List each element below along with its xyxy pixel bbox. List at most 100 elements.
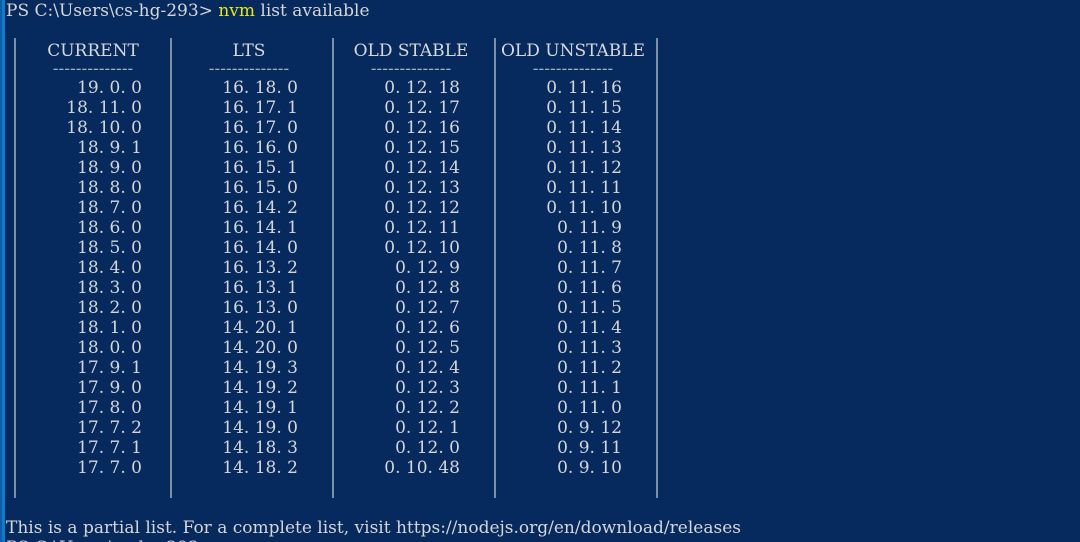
column-header: OLD UNSTABLE	[501, 41, 645, 61]
table-cell: 0. 9. 12	[557, 418, 622, 438]
table-cell: 18. 10. 0	[66, 118, 142, 138]
table-cell: 0. 11. 12	[546, 158, 622, 178]
table-cell: 0. 12. 1	[395, 418, 460, 438]
table-cell: 0. 11. 0	[557, 398, 622, 418]
terminal-scrollbar[interactable]	[0, 0, 5, 542]
table-cell: 16. 14. 0	[222, 238, 298, 258]
table-cell: 0. 12. 9	[395, 258, 460, 278]
table-cell: 17. 9. 1	[77, 358, 142, 378]
table-cell: 18. 0. 0	[77, 338, 142, 358]
table-cell: 18. 1. 0	[77, 318, 142, 338]
table-cell: 16. 16. 0	[222, 138, 298, 158]
table-cell: 0. 12. 2	[395, 398, 460, 418]
column-body: 19. 0. 0 18. 11. 0 18. 10. 0 18. 9. 1 18. 9.…	[16, 78, 170, 478]
table-cell: 0. 12. 16	[384, 118, 460, 138]
table-cell: 19. 0. 0	[77, 78, 142, 98]
table-column-lts: LTS -------------- 16. 18. 0 16. 17. 1 16.…	[172, 38, 326, 478]
table-cell: 17. 7. 1	[77, 438, 142, 458]
table-cell: 0. 11. 13	[546, 138, 622, 158]
command-name: nvm	[218, 1, 255, 21]
column-rule: --------------	[208, 64, 290, 78]
table-column-old-unstable: OLD UNSTABLE -------------- 0. 11. 16 0. …	[496, 38, 650, 478]
table-cell: 0. 12. 15	[384, 138, 460, 158]
table-cell: 14. 20. 0	[222, 338, 298, 358]
table-cell: 0. 11. 3	[557, 338, 622, 358]
prompt-prefix: PS C:\Users\cs-hg-293>	[6, 1, 219, 21]
table-cell: 16. 15. 1	[222, 158, 298, 178]
version-table: CURRENT -------------- 19. 0. 0 18. 11. 0…	[14, 38, 658, 498]
table-cell: 0. 11. 1	[557, 378, 622, 398]
table-cell: 18. 5. 0	[77, 238, 142, 258]
next-command-prompt: PS C:\Users\cs-hg-293>	[6, 538, 213, 542]
table-cell: 16. 13. 2	[222, 258, 298, 278]
table-cell: 18. 2. 0	[77, 298, 142, 318]
column-rule: --------------	[52, 64, 134, 78]
command-prompt-line: PS C:\Users\cs-hg-293> nvm list availabl…	[6, 0, 370, 22]
table-cell: 0. 12. 3	[395, 378, 460, 398]
table-cell: 0. 11. 7	[557, 258, 622, 278]
table-cell: 0. 11. 14	[546, 118, 622, 138]
table-cell: 18. 3. 0	[77, 278, 142, 298]
table-cell: 18. 7. 0	[77, 198, 142, 218]
table-cell: 17. 8. 0	[77, 398, 142, 418]
column-header: CURRENT	[47, 41, 139, 61]
table-cell: 18. 6. 0	[77, 218, 142, 238]
column-rule: --------------	[532, 64, 614, 78]
table-cell: 14. 18. 3	[222, 438, 298, 458]
table-cell: 0. 12. 0	[395, 438, 460, 458]
table-cell: 0. 9. 11	[557, 438, 622, 458]
table-cell: 0. 12. 11	[384, 218, 460, 238]
table-cell: 0. 11. 16	[546, 78, 622, 98]
table-border-right	[656, 38, 658, 498]
table-cell: 17. 7. 2	[77, 418, 142, 438]
table-cell: 18. 11. 0	[66, 98, 142, 118]
table-cell: 14. 19. 2	[222, 378, 298, 398]
table-cell: 0. 12. 6	[395, 318, 460, 338]
table-cell: 0. 12. 17	[384, 98, 460, 118]
table-cell: 0. 12. 13	[384, 178, 460, 198]
column-body: 16. 18. 0 16. 17. 1 16. 17. 0 16. 16. 0 16. …	[172, 78, 326, 478]
table-cell: 0. 12. 14	[384, 158, 460, 178]
powershell-terminal: PS C:\Users\cs-hg-293> nvm list availabl…	[0, 0, 1080, 542]
table-cell: 0. 11. 10	[546, 198, 622, 218]
column-body: 0. 11. 16 0. 11. 15 0. 11. 14 0. 11. 13 0. 1…	[496, 78, 650, 478]
table-cell: 0. 12. 12	[384, 198, 460, 218]
table-cell: 16. 15. 0	[222, 178, 298, 198]
table-cell: 0. 11. 2	[557, 358, 622, 378]
table-cell: 17. 9. 0	[77, 378, 142, 398]
table-cell: 0. 11. 6	[557, 278, 622, 298]
table-cell: 17. 7. 0	[77, 458, 142, 478]
table-cell: 18. 9. 0	[77, 158, 142, 178]
table-cell: 0. 11. 11	[546, 178, 622, 198]
table-cell: 18. 4. 0	[77, 258, 142, 278]
table-cell: 0. 11. 4	[557, 318, 622, 338]
column-header: LTS	[232, 41, 266, 61]
table-column-old-stable: OLD STABLE -------------- 0. 12. 18 0. 12…	[334, 38, 488, 478]
table-cell: 16. 14. 2	[222, 198, 298, 218]
table-column-current: CURRENT -------------- 19. 0. 0 18. 11. 0…	[16, 38, 170, 478]
table-cell: 16. 17. 1	[222, 98, 298, 118]
table-cell: 0. 12. 18	[384, 78, 460, 98]
table-cell: 18. 8. 0	[77, 178, 142, 198]
table-cell: 0. 12. 10	[384, 238, 460, 258]
table-cell: 14. 20. 1	[222, 318, 298, 338]
column-rule: --------------	[370, 64, 452, 78]
table-cell: 14. 18. 2	[222, 458, 298, 478]
table-cell: 0. 12. 8	[395, 278, 460, 298]
table-cell: 14. 19. 3	[222, 358, 298, 378]
partial-list-message: This is a partial list. For a complete l…	[6, 518, 741, 538]
table-cell: 14. 19. 1	[222, 398, 298, 418]
table-cell: 0. 10. 48	[384, 458, 460, 478]
column-header: OLD STABLE	[353, 41, 469, 61]
table-cell: 0. 11. 5	[557, 298, 622, 318]
table-cell: 14. 19. 0	[222, 418, 298, 438]
table-cell: 0. 12. 4	[395, 358, 460, 378]
terminal-scrollbar-thumb[interactable]	[0, 0, 2, 542]
column-body: 0. 12. 18 0. 12. 17 0. 12. 16 0. 12. 15 0. 1…	[334, 78, 488, 478]
table-cell: 0. 12. 7	[395, 298, 460, 318]
table-cell: 16. 17. 0	[222, 118, 298, 138]
table-cell: 16. 13. 0	[222, 298, 298, 318]
table-cell: 16. 13. 1	[222, 278, 298, 298]
table-cell: 16. 18. 0	[222, 78, 298, 98]
command-arguments: list available	[255, 1, 370, 21]
